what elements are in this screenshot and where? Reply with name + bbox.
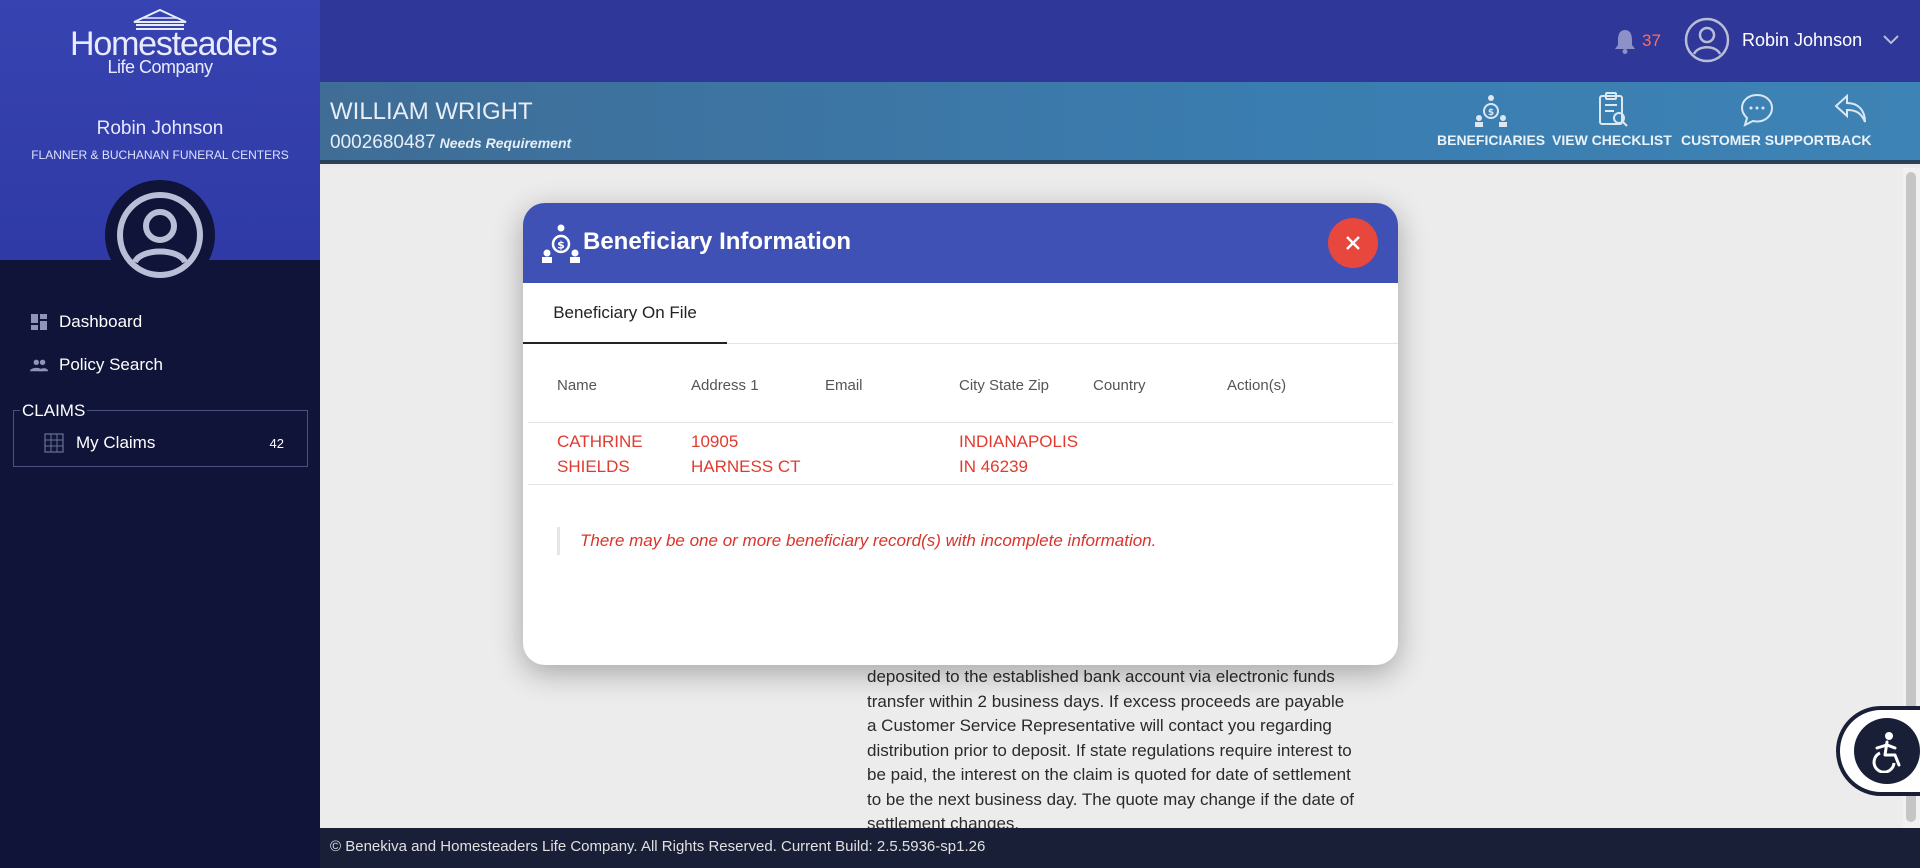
column-header-address[interactable]: Address 1 [691, 377, 759, 394]
notification-count[interactable]: 37 [1642, 31, 1661, 51]
sidebar-user-name: Robin Johnson [96, 118, 224, 139]
sidebar-item-dashboard[interactable]: Dashboard [0, 300, 320, 343]
case-status: Needs Requirement [439, 135, 572, 151]
modal-title: Beneficiary Information [583, 228, 852, 255]
beneficiaries-icon: $ [1475, 95, 1508, 127]
name-line-2: SHIELDS [557, 457, 630, 476]
cell-address: 10905 HARNESS CT [691, 429, 801, 479]
column-header-country[interactable]: Country [1093, 377, 1146, 394]
address-line-1: 10905 [691, 432, 739, 451]
people-icon [30, 356, 48, 374]
cell-city-state-zip: INDIANAPOLIS IN 46239 [959, 429, 1078, 479]
table-row[interactable]: CATHRINE SHIELDS 10905 HARNESS CT INDIAN… [528, 423, 1393, 485]
footer-copyright: © Benekiva and Homesteaders Life Company… [330, 838, 986, 855]
sidebar-user-org: FLANNER & BUCHANAN FUNERAL CENTERS [31, 148, 289, 162]
sidebar-item-my-claims[interactable]: My Claims 42 [44, 433, 284, 453]
footer: © Benekiva and Homesteaders Life Company… [320, 828, 1920, 868]
claims-legend: CLAIMS [20, 401, 88, 421]
chat-icon [1740, 93, 1773, 127]
sidebar-item-policy-search[interactable]: Policy Search [0, 343, 320, 386]
city-line-2: IN 46239 [959, 457, 1028, 476]
case-insured-name: WILLIAM WRIGHT [330, 98, 533, 125]
back-icon [1834, 93, 1867, 123]
svg-text:$: $ [1488, 108, 1494, 118]
modal-header: $ Beneficiary Information [523, 203, 1398, 283]
top-header: 37 Robin Johnson [320, 0, 1920, 82]
cell-name: CATHRINE SHIELDS [557, 429, 643, 479]
grid-icon [44, 433, 64, 453]
city-line-1: INDIANAPOLIS [959, 432, 1079, 451]
bell-icon[interactable] [1613, 28, 1637, 54]
tab-beneficiary-on-file[interactable]: Beneficiary On File [523, 283, 727, 344]
claims-section: CLAIMS My Claims 42 [13, 401, 308, 467]
action-label: BENEFICIARIES [1437, 132, 1546, 148]
incomplete-info-warning: There may be one or more beneficiary rec… [557, 527, 1156, 555]
column-header-name[interactable]: Name [557, 377, 597, 394]
table-header-row: Name Address 1 Email City State Zip Coun… [528, 345, 1393, 423]
avatar-icon [117, 192, 203, 278]
back-button[interactable]: BACK [1831, 92, 1871, 148]
svg-text:$: $ [557, 239, 565, 252]
case-header: WILLIAM WRIGHT 0002680487 Needs Requireme… [320, 82, 1920, 164]
beneficiaries-button[interactable]: $ BENEFICIARIES [1437, 92, 1545, 148]
accessibility-button[interactable] [1836, 706, 1920, 796]
sidebar-item-label: Policy Search [59, 354, 163, 374]
user-avatar-icon[interactable] [1684, 17, 1730, 63]
customer-support-button[interactable]: CUSTOMER SUPPORT [1681, 92, 1832, 148]
action-label: BACK [1831, 132, 1872, 148]
policy-number: 0002680487 [330, 132, 436, 153]
column-header-email[interactable]: Email [825, 377, 863, 394]
sidebar-nav: Dashboard Policy Search [0, 300, 320, 386]
sidebar-item-label: Dashboard [59, 311, 143, 331]
accessibility-icon-wrap [1854, 718, 1920, 784]
column-header-city-state-zip[interactable]: City State Zip [959, 377, 1049, 394]
company-logo[interactable]: Homesteaders Life Company [70, 8, 278, 83]
close-icon [1346, 236, 1360, 250]
accessibility-icon [1872, 732, 1901, 773]
checklist-icon [1598, 92, 1628, 127]
beneficiaries-icon: $ [542, 224, 580, 263]
settlement-info-text: deposited to the established bank accoun… [867, 667, 1355, 828]
sidebar-item-label: My Claims [76, 433, 156, 452]
header-user-name[interactable]: Robin Johnson [1742, 30, 1862, 51]
address-line-2: HARNESS CT [691, 457, 801, 476]
chevron-down-icon[interactable] [1882, 33, 1900, 47]
sidebar: Homesteaders Life Company Robin Johnson … [0, 0, 320, 868]
name-line-1: CATHRINE [557, 432, 643, 451]
beneficiary-table: Name Address 1 Email City State Zip Coun… [528, 345, 1393, 485]
action-label: VIEW CHECKLIST [1552, 132, 1672, 148]
dashboard-icon [30, 313, 48, 331]
logo-brand: Homesteaders [70, 25, 278, 63]
profile-avatar[interactable] [105, 180, 215, 290]
view-checklist-button[interactable]: VIEW CHECKLIST [1552, 92, 1672, 148]
column-header-actions[interactable]: Action(s) [1227, 377, 1286, 394]
action-label: CUSTOMER SUPPORT [1681, 132, 1833, 148]
case-policy-number: 0002680487 Needs Requirement [330, 132, 571, 154]
beneficiary-modal: $ Beneficiary Information Beneficiary On… [523, 203, 1398, 665]
modal-tabs: Beneficiary On File [523, 283, 1398, 344]
claims-count-badge: 42 [269, 435, 284, 451]
close-button[interactable] [1328, 218, 1378, 268]
